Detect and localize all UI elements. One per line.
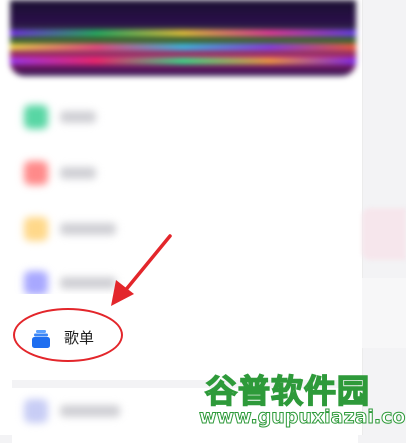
site-watermark: 谷普软件园 www.gupuxiazai.com xyxy=(198,366,406,435)
watermark-url: www.gupuxiazai.com xyxy=(198,406,406,429)
menu-item-icon xyxy=(24,399,48,423)
menu-item-blurred[interactable] xyxy=(24,398,120,424)
menu-item-label xyxy=(60,405,120,417)
